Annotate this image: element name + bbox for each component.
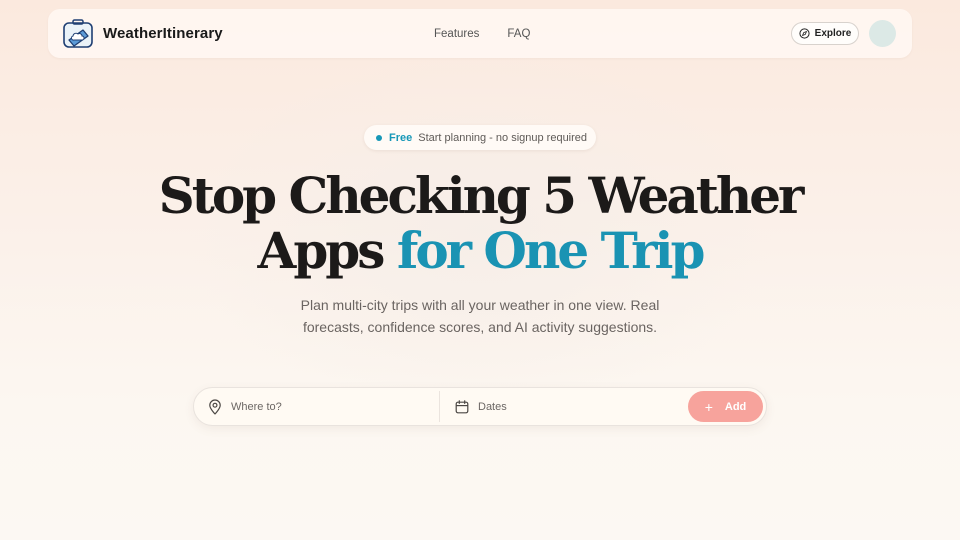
user-avatar[interactable] (869, 20, 896, 47)
add-destination-button[interactable]: + Add (688, 391, 763, 422)
badge-highlight: Free (389, 131, 413, 144)
map-pin-icon (209, 398, 221, 415)
badge-dot (376, 134, 382, 141)
brand-name: WeatherItinerary (103, 25, 223, 42)
hero-subtitle-line2: forecasts, confidence scores, and AI act… (302, 319, 658, 335)
nav-link-features[interactable]: Features (434, 28, 479, 40)
nav-links: Features FAQ (434, 9, 558, 58)
hero-title: Stop Checking 5 Weather Apps for One Tri… (0, 168, 960, 278)
plus-icon: + (704, 398, 713, 415)
navbar: WeatherItinerary Features FAQ Explore (48, 9, 912, 58)
hero-title-accent: for One Trip (396, 221, 706, 280)
hero-title-line1: Stop Checking 5 Weather (158, 166, 805, 225)
dates-field[interactable] (455, 388, 685, 425)
explore-button[interactable]: Explore (791, 22, 859, 45)
trip-search-bar: + Add (193, 387, 767, 426)
hero-title-line2: Apps (257, 221, 397, 280)
suitcase-logo-icon (63, 19, 93, 48)
field-divider (439, 391, 440, 422)
hero-subtitle: Plan multi-city trips with all your weat… (0, 294, 960, 338)
explore-label: Explore (814, 28, 852, 39)
nav-link-faq[interactable]: FAQ (507, 28, 530, 40)
compass-icon (799, 28, 810, 39)
hero-subtitle-line1: Plan multi-city trips with all your weat… (300, 297, 660, 313)
where-input[interactable] (231, 400, 411, 413)
free-badge: Free Start planning - no signup required (364, 125, 596, 150)
add-button-label: Add (724, 400, 747, 413)
dates-input[interactable] (478, 400, 658, 413)
where-field[interactable] (208, 388, 438, 425)
calendar-icon (455, 399, 469, 413)
brand-home-link[interactable]: WeatherItinerary (63, 19, 223, 48)
badge-text: Start planning - no signup required (418, 131, 588, 144)
